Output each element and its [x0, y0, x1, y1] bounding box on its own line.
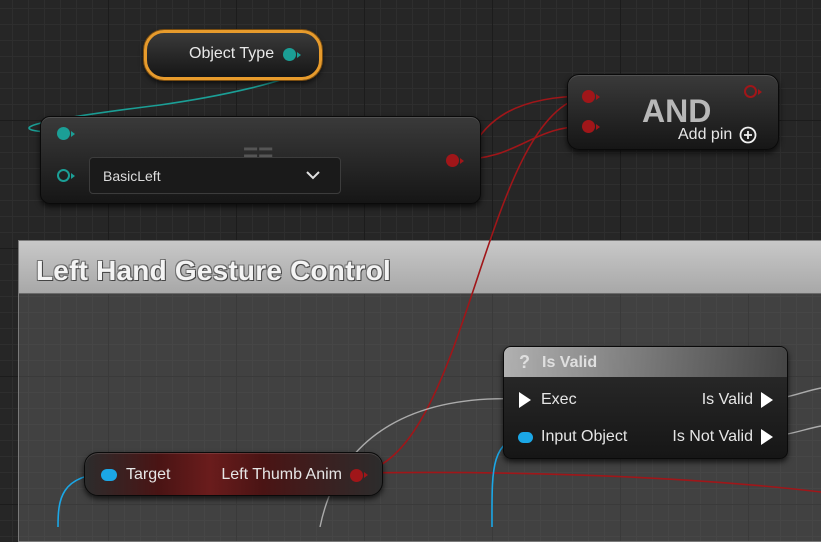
equals-node[interactable]: == BasicLeft — [40, 116, 481, 204]
comment-header[interactable]: Left Hand Gesture Control — [19, 241, 821, 294]
add-pin-button[interactable]: Add pin — [678, 126, 757, 144]
is-not-valid-output-pin[interactable]: Is Not Valid — [672, 428, 773, 446]
exec-pin-icon — [761, 429, 773, 445]
exec-pin-icon — [761, 392, 773, 408]
and-output-pin[interactable] — [744, 85, 762, 98]
bool-pin-icon — [446, 154, 459, 167]
left-thumb-anim-output-pin[interactable]: Left Thumb Anim — [221, 466, 368, 484]
equals-input-pin-a[interactable] — [57, 127, 75, 140]
equals-input-pin-b[interactable] — [57, 169, 75, 182]
object-pin-icon — [57, 169, 70, 182]
is-valid-output-pin[interactable]: Is Valid — [702, 391, 773, 409]
is-valid-header[interactable]: ? Is Valid — [504, 347, 787, 377]
gesture-dropdown[interactable]: BasicLeft — [89, 157, 341, 194]
object-pin-icon — [57, 127, 70, 140]
bool-pin-icon — [582, 90, 595, 103]
exec-input-pin[interactable]: Exec — [519, 391, 577, 409]
left-thumb-anim-label: Left Thumb Anim — [221, 466, 342, 483]
target-label: Target — [126, 466, 171, 483]
plus-circle-icon — [739, 126, 757, 144]
pin-arrow-icon — [596, 93, 600, 100]
object-type-output-pin[interactable] — [283, 48, 301, 61]
object-type-label: Object Type — [189, 45, 275, 62]
bool-pin-icon — [744, 85, 757, 98]
exec-label: Exec — [541, 391, 577, 408]
is-not-valid-label: Is Not Valid — [672, 428, 753, 445]
pin-arrow-icon — [758, 88, 762, 95]
comment-title: Left Hand Gesture Control — [36, 255, 392, 286]
target-input-pin[interactable]: Target — [101, 466, 170, 484]
question-icon: ? — [519, 352, 530, 372]
equals-output-pin[interactable] — [446, 154, 464, 167]
input-object-pin[interactable]: Input Object — [518, 428, 627, 446]
pin-arrow-icon — [364, 472, 368, 478]
equals-compare-glyph: == — [243, 137, 274, 167]
pin-arrow-icon — [460, 157, 464, 164]
bool-pin-icon — [350, 468, 363, 482]
left-thumb-anim-getter-node[interactable]: Target Left Thumb Anim — [84, 452, 383, 496]
and-input-pin-b[interactable] — [582, 120, 600, 133]
and-title: AND — [642, 93, 712, 129]
exec-pin-icon — [519, 392, 531, 408]
and-input-pin-a[interactable] — [582, 90, 600, 103]
object-type-node[interactable]: Object Type — [144, 30, 322, 80]
object-ref-pin-icon — [518, 431, 533, 443]
pin-arrow-icon — [71, 172, 75, 179]
add-pin-label: Add pin — [678, 126, 733, 143]
is-valid-label: Is Valid — [701, 391, 753, 408]
is-valid-title: Is Valid — [542, 354, 598, 371]
input-object-label: Input Object — [541, 428, 628, 445]
object-pin-icon — [283, 48, 296, 61]
object-ref-pin-icon — [101, 469, 117, 481]
is-valid-node[interactable]: ? Is Valid Exec Input Object Is Valid Is… — [503, 346, 788, 459]
pin-arrow-icon — [71, 130, 75, 137]
bool-pin-icon — [582, 120, 595, 133]
and-node[interactable]: AND Add pin — [567, 74, 779, 150]
pin-arrow-icon — [596, 123, 600, 130]
gesture-dropdown-value: BasicLeft — [103, 168, 161, 184]
chevron-down-icon — [306, 171, 320, 180]
pin-arrow-icon — [297, 51, 301, 58]
